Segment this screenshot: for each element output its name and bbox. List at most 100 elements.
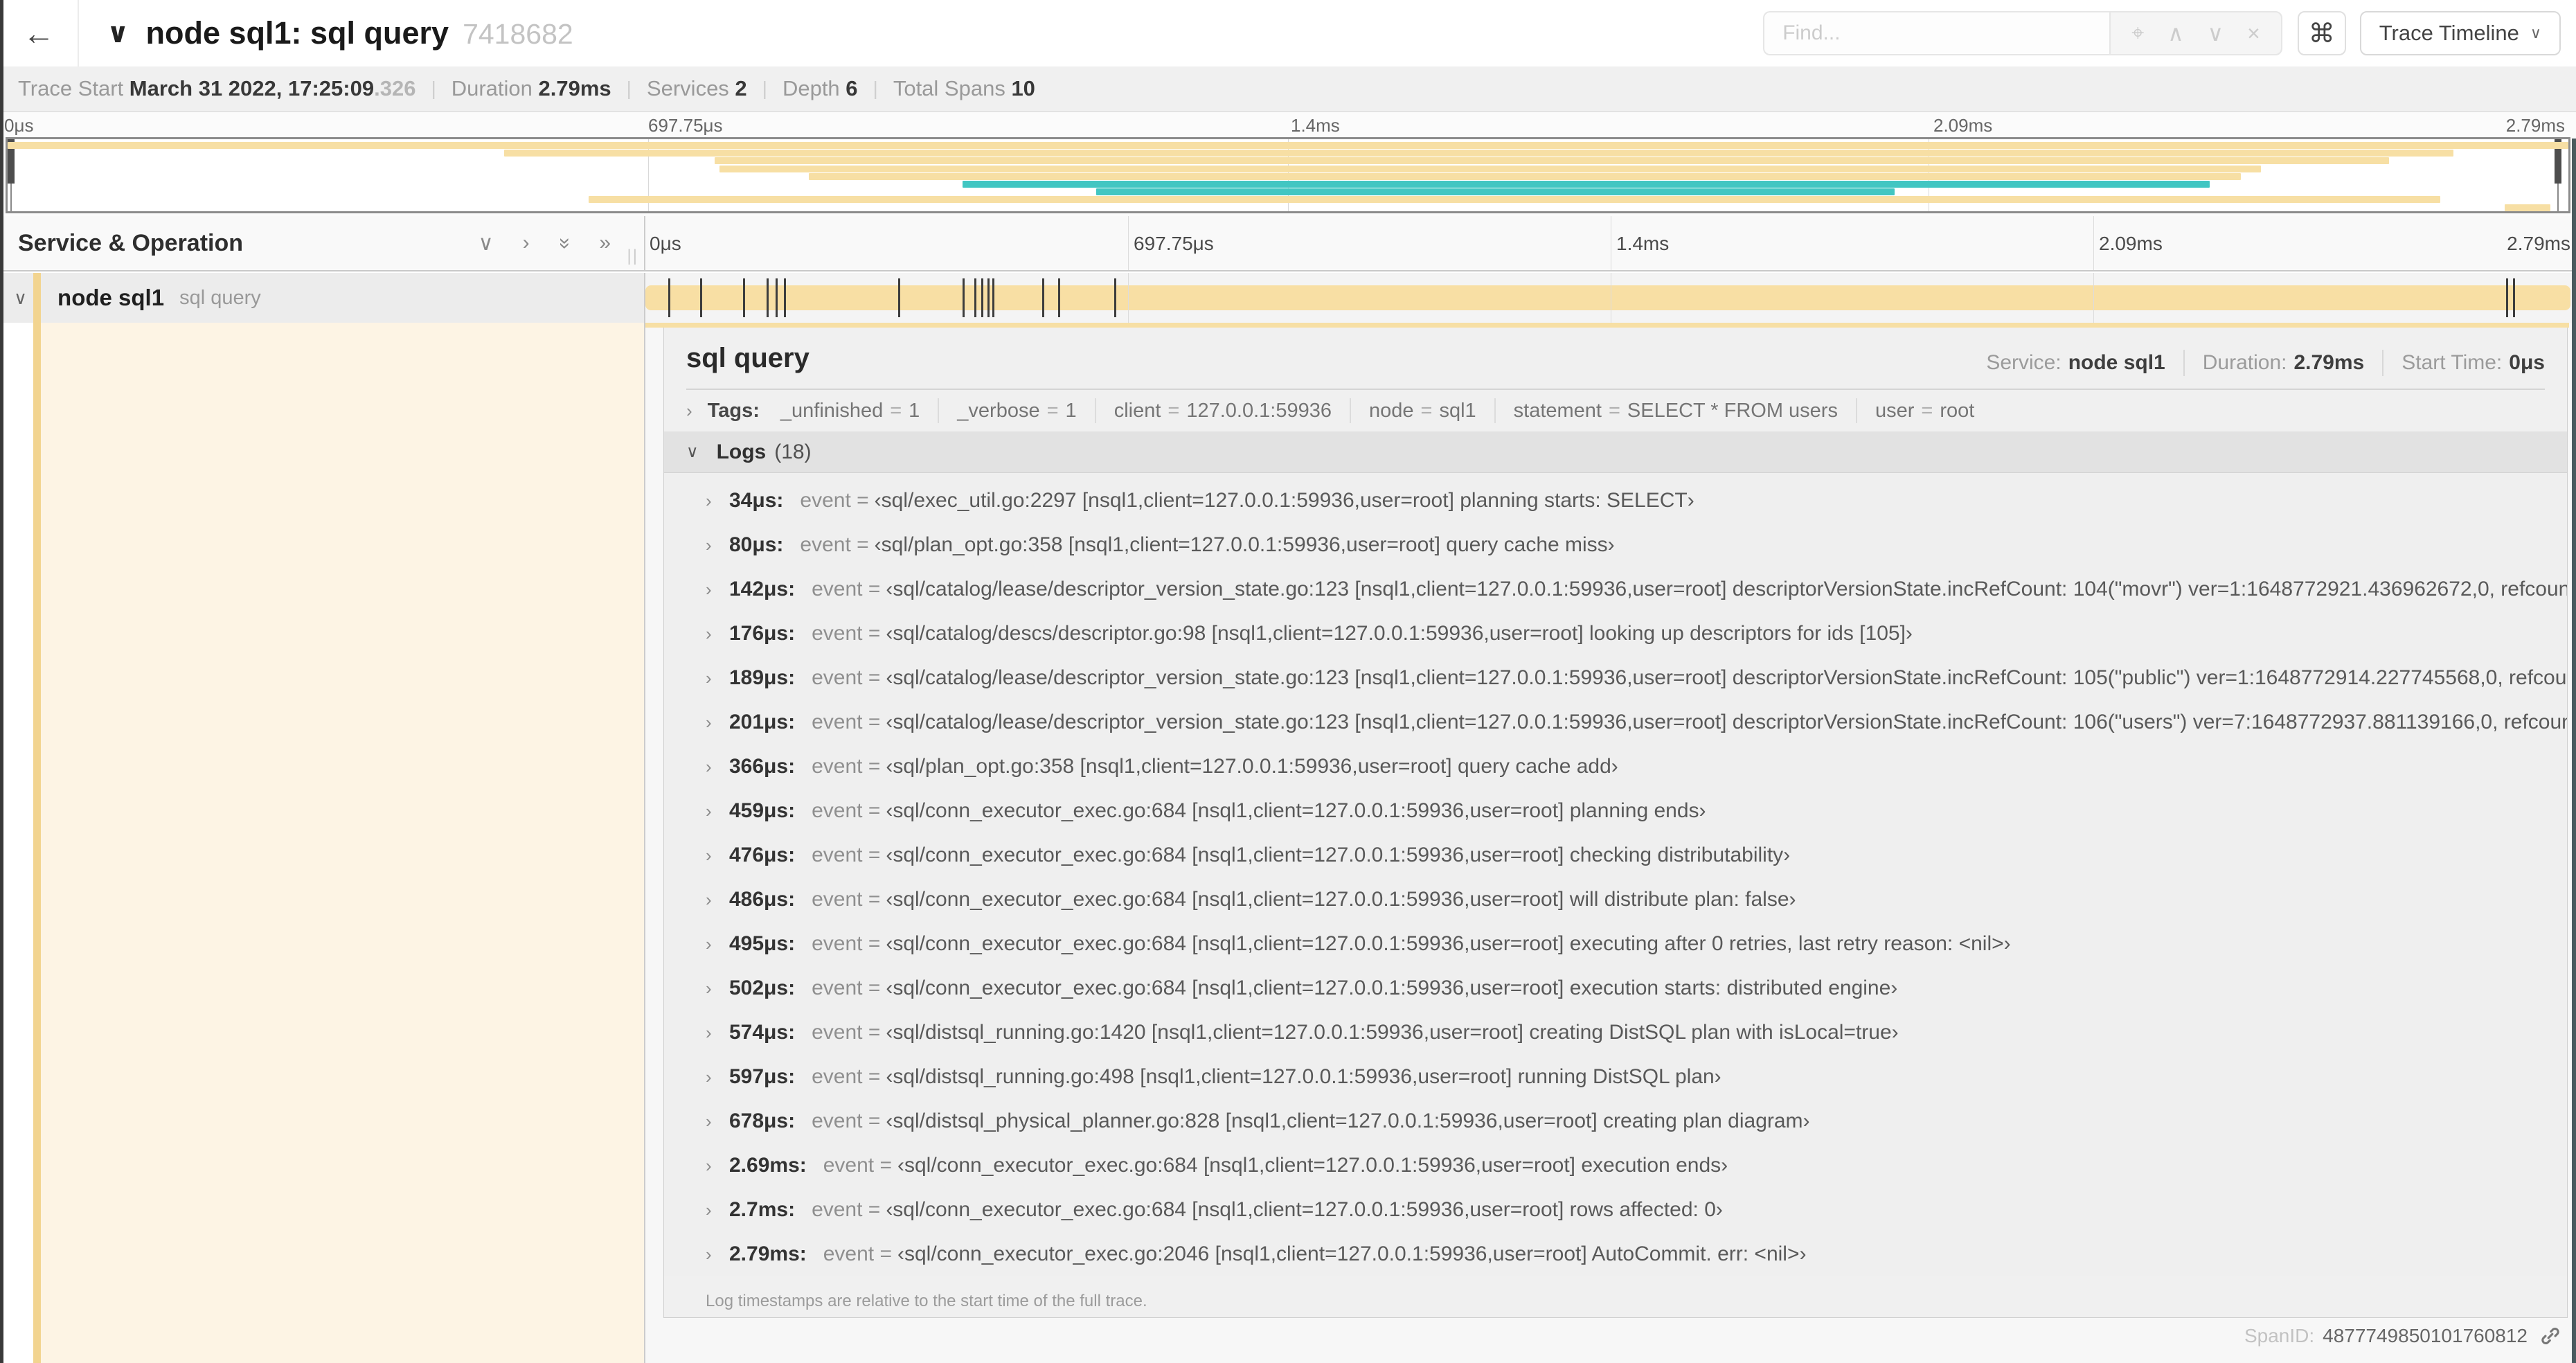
logs-count: (18): [774, 440, 812, 463]
keyboard-shortcuts-button[interactable]: ⌘: [2297, 11, 2346, 55]
collapse-one-icon[interactable]: ∨: [478, 231, 494, 256]
tag-value: 127.0.0.1:59936: [1186, 399, 1332, 422]
log-event-marker: [962, 278, 965, 317]
log-expand-icon[interactable]: ›: [706, 623, 729, 645]
log-row[interactable]: › 2.79ms: event = ‹sql/conn_executor_exec.g…: [664, 1232, 2567, 1276]
log-field-key: event =: [812, 1110, 881, 1132]
log-expand-icon[interactable]: ›: [706, 1022, 729, 1044]
log-field-key: event =: [812, 711, 881, 733]
tag-key: statement: [1513, 399, 1602, 422]
log-event-marker: [981, 278, 983, 317]
log-field-key: event =: [812, 888, 881, 911]
log-row[interactable]: › 459μs: event = ‹sql/conn_executor_exec.go…: [664, 789, 2567, 833]
log-row[interactable]: › 574μs: event = ‹sql/distsql_running.go:14…: [664, 1010, 2567, 1055]
log-expand-icon[interactable]: ›: [706, 1067, 729, 1088]
detail-meta: Service: node sql1 Duration: 2.79ms Start Ti…: [1986, 350, 2545, 376]
log-row[interactable]: › 597μs: event = ‹sql/distsql_running.go:49…: [664, 1055, 2567, 1099]
span-duration-bar[interactable]: [645, 285, 2570, 310]
log-field-key: event =: [812, 622, 881, 645]
log-message: ‹sql/distsql_running.go:1420 [nsql1,clie…: [886, 1021, 1899, 1044]
log-expand-icon[interactable]: ›: [706, 756, 729, 778]
log-row[interactable]: › 80μs: event = ‹sql/plan_opt.go:358 [nsql1…: [664, 523, 2567, 567]
view-selector-button[interactable]: Trace Timeline ∨: [2359, 11, 2561, 55]
log-expand-icon[interactable]: ›: [706, 1155, 729, 1177]
tag-equals: =: [1046, 399, 1059, 422]
expand-one-icon[interactable]: ›: [523, 231, 530, 256]
find-tools: ⌖ ∧ ∨ ×: [2109, 11, 2282, 55]
link-icon[interactable]: [2539, 1324, 2562, 1348]
column-resize-handle[interactable]: ||: [627, 247, 638, 266]
back-arrow-icon: ←: [23, 15, 55, 51]
summary-item-label: Depth: [782, 76, 846, 100]
log-expand-icon[interactable]: ›: [706, 1244, 729, 1265]
log-expand-icon[interactable]: ›: [706, 579, 729, 600]
tag-value: sql1: [1439, 399, 1476, 422]
log-expand-icon[interactable]: ›: [706, 1200, 729, 1221]
log-timestamp: 189μs:: [729, 666, 796, 689]
span-row-sql-query[interactable]: ∨ node sql1 sql query: [0, 273, 2576, 323]
logs-accordion-header[interactable]: ∨ Logs (18): [664, 431, 2567, 473]
log-expand-icon[interactable]: ›: [706, 535, 729, 556]
log-row[interactable]: › 176μs: event = ‹sql/catalog/descs/descrip…: [664, 612, 2567, 656]
log-row[interactable]: › 476μs: event = ‹sql/conn_executor_exec.go…: [664, 833, 2567, 878]
chevron-down-icon: ∨: [2530, 24, 2541, 42]
log-expand-icon[interactable]: ›: [706, 978, 729, 999]
log-field-key: event =: [800, 489, 869, 512]
find-input[interactable]: [1763, 11, 2110, 55]
summary-item-value: 2.79ms: [538, 76, 611, 100]
log-row[interactable]: › 502μs: event = ‹sql/conn_executor_exec.go…: [664, 966, 2567, 1010]
log-expand-icon[interactable]: ›: [706, 490, 729, 512]
log-expand-icon[interactable]: ›: [706, 934, 729, 955]
nav-right-controls: ⌖ ∧ ∨ × ⌘ Trace Timeline ∨: [1763, 11, 2561, 55]
match-case-icon[interactable]: ⌖: [2131, 20, 2144, 46]
log-row[interactable]: › 678μs: event = ‹sql/distsql_physical_plan…: [664, 1099, 2567, 1143]
log-event-marker: [1113, 278, 1116, 317]
tag-equals: =: [1420, 399, 1433, 422]
expand-all-icon[interactable]: »: [599, 231, 611, 256]
span-collapse-icon[interactable]: ∨: [14, 287, 27, 309]
log-row[interactable]: › 2.7ms: event = ‹sql/conn_executor_exec.go…: [664, 1188, 2567, 1232]
log-expand-icon[interactable]: ›: [706, 1111, 729, 1132]
tag-separator: [1494, 398, 1496, 423]
trace-collapse-icon[interactable]: ∨: [107, 17, 129, 49]
log-expand-icon[interactable]: ›: [706, 801, 729, 822]
log-message: ‹sql/plan_opt.go:358 [nsql1,client=127.0…: [874, 533, 1615, 556]
log-row[interactable]: › 201μs: event = ‹sql/catalog/lease/descrip…: [664, 700, 2567, 745]
clear-search-icon[interactable]: ×: [2247, 21, 2260, 46]
summary-item-value: 2: [735, 76, 747, 100]
collapse-all-icon[interactable]: »: [552, 238, 576, 249]
log-expand-icon[interactable]: ›: [706, 712, 729, 733]
minimap-canvas[interactable]: [6, 137, 2570, 213]
log-expand-icon[interactable]: ›: [706, 845, 729, 866]
tags-accordion[interactable]: › Tags: _unfinished = 1 _verbose = 1 client = 127.…: [686, 390, 2545, 431]
log-field-key: event =: [812, 1065, 881, 1088]
trace-summary-bar: Trace Start March 31 2022, 17:25:09.326 |…: [0, 66, 2576, 112]
trace-title-text: node sql1: sql query: [145, 15, 449, 51]
log-expand-icon[interactable]: ›: [706, 668, 729, 689]
next-result-icon[interactable]: ∨: [2208, 20, 2224, 46]
log-row[interactable]: › 486μs: event = ‹sql/conn_executor_exec.go…: [664, 878, 2567, 922]
service-operation-header: Service & Operation ∨ › » » ||: [0, 216, 645, 270]
minimap-span: [2504, 204, 2551, 211]
scrollbar[interactable]: [2572, 139, 2576, 1363]
trace-id: 7418682: [463, 18, 573, 50]
log-expand-icon[interactable]: ›: [706, 889, 729, 911]
log-row[interactable]: › 366μs: event = ‹sql/plan_opt.go:358 [nsql…: [664, 745, 2567, 789]
log-row[interactable]: › 2.69ms: event = ‹sql/conn_executor_exec.g…: [664, 1143, 2567, 1188]
back-button[interactable]: ←: [0, 0, 79, 66]
log-event-marker: [783, 278, 786, 317]
tag-key: _unfinished: [780, 399, 884, 422]
tags-expand-icon[interactable]: ›: [686, 400, 692, 422]
log-list: › 34μs: event = ‹sql/exec_util.go:2297 [nsq…: [664, 473, 2567, 1276]
log-row[interactable]: › 142μs: event = ‹sql/catalog/lease/descrip…: [664, 567, 2567, 612]
log-row[interactable]: › 495μs: event = ‹sql/conn_executor_exec.go…: [664, 922, 2567, 966]
tag-equals: =: [890, 399, 902, 422]
prev-result-icon[interactable]: ∧: [2167, 20, 2183, 46]
span-row-timeline-cell[interactable]: [645, 273, 2576, 323]
summary-item-label: Trace Start: [18, 76, 129, 100]
tick-label: 1.4ms: [1291, 115, 1340, 136]
log-row[interactable]: › 34μs: event = ‹sql/exec_util.go:2297 [nsq…: [664, 479, 2567, 523]
log-row[interactable]: › 189μs: event = ‹sql/catalog/lease/descrip…: [664, 656, 2567, 700]
log-timestamp: 2.79ms:: [729, 1242, 807, 1265]
tags-label: Tags:: [707, 399, 760, 422]
